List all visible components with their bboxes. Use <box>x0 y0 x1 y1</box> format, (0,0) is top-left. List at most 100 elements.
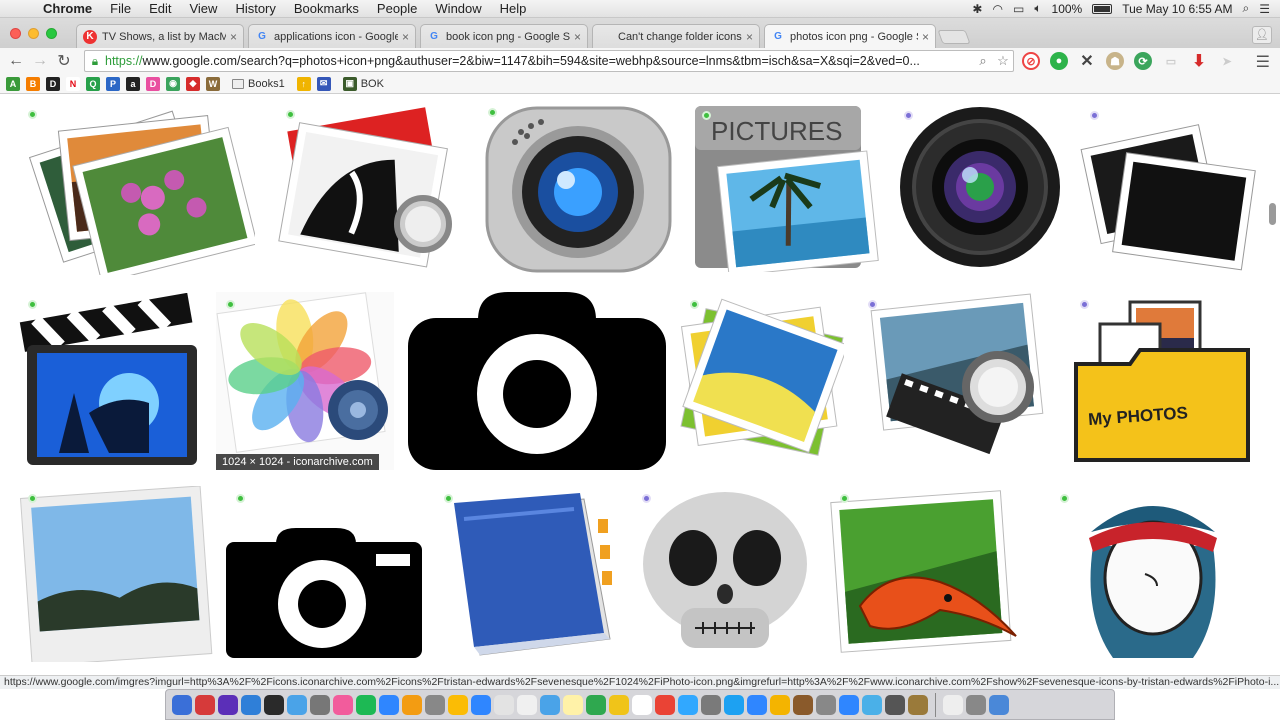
url-text[interactable]: https://www.google.com/search?q=photos+i… <box>105 54 973 68</box>
image-result-webcam-lens[interactable] <box>478 100 678 278</box>
tab-photos-icon[interactable]: G photos icon png - Google S × <box>764 24 936 48</box>
display-icon[interactable]: ▭ <box>1013 2 1024 16</box>
image-result-photo-stack-woman-magnifier[interactable] <box>276 102 464 274</box>
dock-app-icon[interactable] <box>724 694 744 715</box>
dock-app-icon[interactable] <box>586 694 606 715</box>
address-bar[interactable]: 🔒︎ https://www.google.com/search?q=photo… <box>84 50 1014 72</box>
notification-center-icon[interactable]: ☰ <box>1259 2 1270 16</box>
image-result-my-photos-folder[interactable]: My PHOTOS <box>1070 292 1256 468</box>
image-result-photo-stack-orchid[interactable] <box>18 102 262 278</box>
app-menu-chrome[interactable]: Chrome <box>34 1 101 16</box>
bookmark-mail-icon[interactable]: ✉ <box>316 76 331 91</box>
image-result-blue-book[interactable] <box>434 486 620 662</box>
image-result-photo-stack-landscape[interactable] <box>680 292 844 468</box>
tab-book-icon[interactable]: G book icon png - Google Se × <box>420 24 588 48</box>
dock-app-icon[interactable] <box>379 694 399 715</box>
green-leaf-extension-icon[interactable]: ● <box>1050 52 1068 70</box>
bookmark-d-icon[interactable]: D <box>146 76 160 91</box>
bookmark-green-q-icon[interactable]: Q <box>86 76 100 91</box>
download-arrow-icon[interactable]: ⬇ <box>1190 52 1208 70</box>
forward-arrow-icon[interactable]: → <box>28 52 52 70</box>
back-arrow-icon[interactable]: ← <box>4 52 28 70</box>
menu-people[interactable]: People <box>368 1 426 16</box>
block-extension-icon[interactable]: ⊘ <box>1022 52 1040 70</box>
dock-app-icon[interactable] <box>678 694 698 715</box>
wifi-icon[interactable]: ◠ <box>992 2 1002 16</box>
dock-app-icon[interactable] <box>747 694 767 715</box>
dock-app-icon[interactable] <box>172 694 192 715</box>
cookie-extension-icon[interactable]: ☗ <box>1106 52 1124 70</box>
image-result-salamander-photo[interactable] <box>830 486 1026 662</box>
tab-applications-icon[interactable]: G applications icon - Google S × <box>248 24 416 48</box>
tab-folder-icons[interactable]: Can't change folder icons | × <box>592 24 760 48</box>
close-window-button[interactable] <box>10 28 21 39</box>
bookmark-star-icon[interactable]: ☆ <box>993 53 1013 69</box>
dock-app-icon[interactable] <box>563 694 583 715</box>
dock-app-icon[interactable] <box>793 694 813 715</box>
dock-app-icon[interactable] <box>701 694 721 715</box>
image-result-ios-photos-flower[interactable]: 1024 × 1024 - iconarchive.com <box>216 292 394 470</box>
image-result-polaroid-sky[interactable] <box>18 486 214 662</box>
bookmark-red-icon[interactable]: ◆ <box>186 76 200 91</box>
dock-app-icon[interactable] <box>943 694 963 715</box>
image-result-preview-film-magnifier[interactable] <box>858 292 1058 468</box>
dock-app-icon[interactable] <box>448 694 468 715</box>
image-result-bandana-girl[interactable] <box>1050 486 1256 662</box>
zoom-window-button[interactable] <box>46 28 57 39</box>
page-scrollbar-thumb[interactable] <box>1269 203 1276 225</box>
menu-edit[interactable]: Edit <box>140 1 180 16</box>
profile-icon[interactable]: 👤︎ <box>1252 26 1272 44</box>
bookmark-dark-icon[interactable]: D <box>46 76 60 91</box>
tab-close-icon[interactable]: × <box>230 30 237 44</box>
bookmark-p-icon[interactable]: P <box>106 76 120 91</box>
bookmark-netflix-icon[interactable]: N <box>66 76 80 91</box>
image-result-blank-photo-frames[interactable] <box>1080 103 1256 273</box>
dock-app-icon[interactable] <box>632 694 652 715</box>
tab-close-icon[interactable]: × <box>922 30 929 44</box>
menu-history[interactable]: History <box>226 1 284 16</box>
dock-app-icon[interactable] <box>494 694 514 715</box>
clock[interactable]: Tue May 10 6:55 AM <box>1122 2 1232 16</box>
dock-app-icon[interactable] <box>471 694 491 715</box>
dock-app-icon[interactable] <box>908 694 928 715</box>
volume-icon[interactable]: 🔈︎ <box>1034 1 1041 16</box>
image-result-skull[interactable] <box>632 486 818 660</box>
image-result-camera-black-small[interactable] <box>226 486 422 660</box>
image-result-camera-black-large[interactable] <box>408 290 666 470</box>
dock-app-icon[interactable] <box>839 694 859 715</box>
image-result-aperture-lens[interactable] <box>894 103 1066 271</box>
dock-app-icon[interactable] <box>966 694 986 715</box>
minimize-window-button[interactable] <box>28 28 39 39</box>
new-tab-button[interactable] <box>937 30 971 44</box>
tab-close-icon[interactable]: × <box>574 30 581 44</box>
bookmark-amazon-icon[interactable]: a <box>126 76 140 91</box>
faded-extension-icon[interactable]: ▭ <box>1162 52 1180 70</box>
reload-icon[interactable]: ↻ <box>52 51 76 71</box>
dock-app-icon[interactable] <box>333 694 353 715</box>
image-result-pictures-folder[interactable]: PICTURES <box>692 103 880 273</box>
tab-tv-shows[interactable]: K TV Shows, a list by MacMag × <box>76 24 244 48</box>
dock-app-icon[interactable] <box>195 694 215 715</box>
tab-close-icon[interactable]: × <box>746 30 753 44</box>
dock-app-icon[interactable] <box>402 694 422 715</box>
dock-app-icon[interactable] <box>310 694 330 715</box>
dock-app-icon[interactable] <box>356 694 376 715</box>
battery-percent[interactable]: 100% <box>1052 2 1083 16</box>
dock-app-icon[interactable] <box>816 694 836 715</box>
lock-icon[interactable]: 🔒︎ <box>85 54 105 69</box>
dock-app-icon[interactable] <box>264 694 284 715</box>
dock-app-icon[interactable] <box>770 694 790 715</box>
dock-app-icon[interactable] <box>862 694 882 715</box>
spotlight-search-icon[interactable]: ⌕ <box>1243 1 1250 16</box>
menu-help[interactable]: Help <box>491 1 536 16</box>
dock-app-icon[interactable] <box>241 694 261 715</box>
battery-icon[interactable] <box>1092 3 1113 14</box>
refresh-extension-icon[interactable]: ⟳ <box>1134 52 1152 70</box>
menu-file[interactable]: File <box>101 1 140 16</box>
bookmark-brown-icon[interactable]: W <box>206 76 220 91</box>
chrome-menu-icon[interactable]: ☰ <box>1256 52 1270 72</box>
x-extension-icon[interactable]: ✕ <box>1078 52 1096 70</box>
bookmark-folder-bok[interactable]: ▣ BOK <box>337 76 390 91</box>
bookmark-blogger-icon[interactable]: B <box>26 76 40 91</box>
menu-view[interactable]: View <box>180 1 226 16</box>
